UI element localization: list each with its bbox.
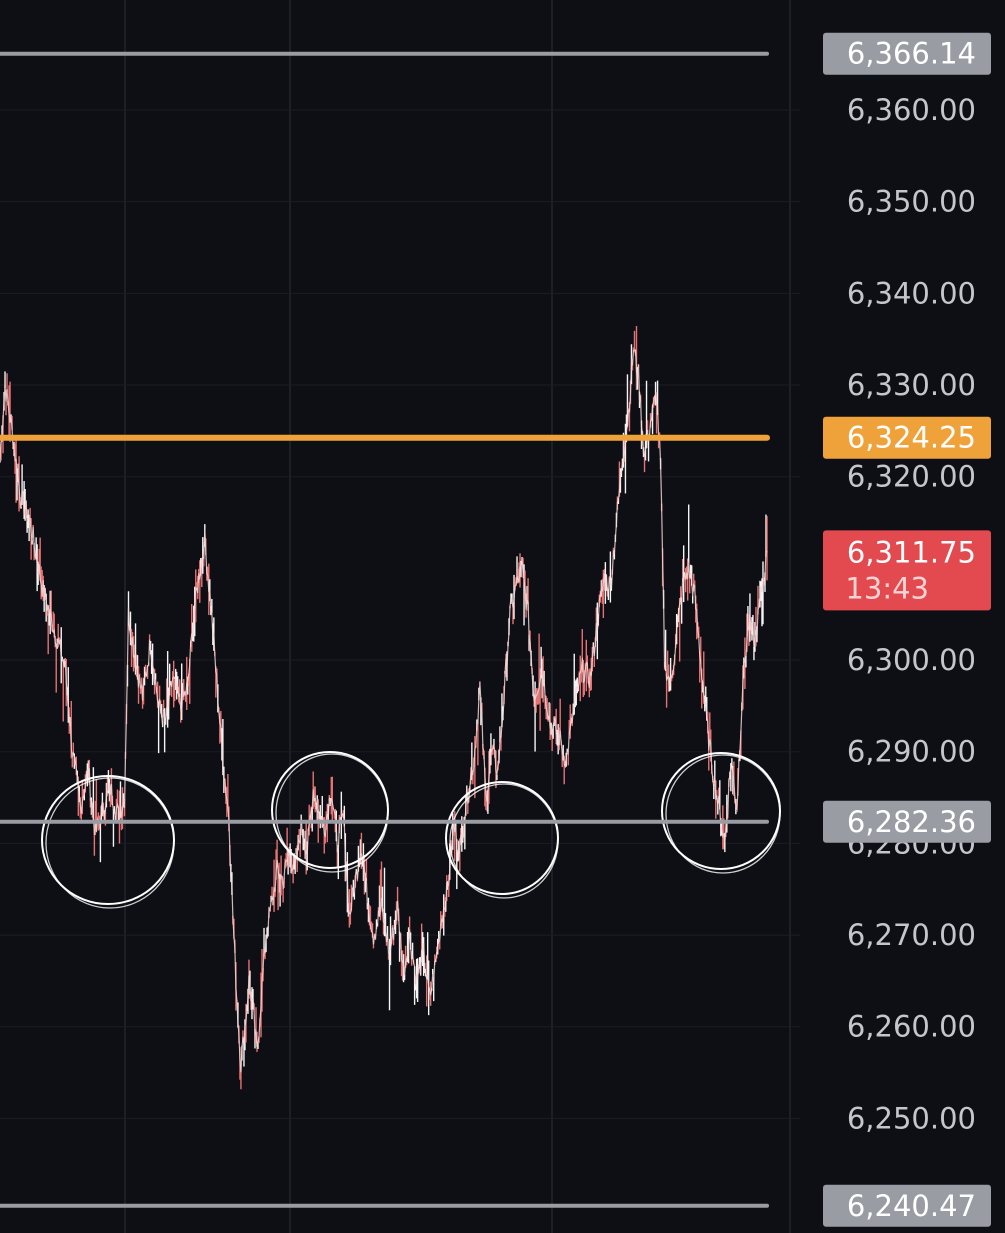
price-tag: 6,282.36 bbox=[823, 800, 991, 843]
y-tick-label: 6,260.00 bbox=[847, 1010, 976, 1044]
price-tag-label: 6,282.36 bbox=[847, 805, 976, 839]
last-price-tag: 6,311.7513:43 bbox=[823, 530, 991, 611]
price-chart: 6,360.00 6,350.00 6,340.00 6,330.00 6,320.00… bbox=[0, 0, 1005, 1233]
price-tag-label: 6,240.47 bbox=[847, 1189, 976, 1223]
chart-canvas: 6,360.00 6,350.00 6,340.00 6,330.00 6,320.00… bbox=[0, 0, 991, 1233]
circle-annotation bbox=[449, 783, 559, 899]
y-tick-label: 6,320.00 bbox=[847, 460, 976, 494]
price-tag-label: 6,324.25 bbox=[847, 421, 976, 455]
price-line bbox=[0, 349, 768, 1073]
y-tick-label: 6,290.00 bbox=[847, 735, 976, 769]
price-tag: 6,366.14 bbox=[823, 32, 991, 75]
annotation-circles bbox=[41, 751, 781, 909]
countdown-label: 13:43 bbox=[845, 571, 929, 605]
price-tag: 6,324.25 bbox=[823, 416, 991, 459]
y-tick-label: 6,300.00 bbox=[847, 643, 976, 677]
y-tick-label: 6,360.00 bbox=[847, 93, 976, 127]
y-tick-label: 6,270.00 bbox=[847, 918, 976, 952]
y-axis: 6,360.00 6,350.00 6,340.00 6,330.00 6,320.00… bbox=[847, 93, 976, 1135]
y-tick-label: 6,250.00 bbox=[847, 1101, 976, 1135]
price-tag-label: 6,366.14 bbox=[847, 37, 976, 71]
y-tick-label: 6,330.00 bbox=[847, 368, 976, 402]
price-tag: 6,240.47 bbox=[823, 1184, 991, 1227]
y-tick-label: 6,350.00 bbox=[847, 185, 976, 219]
last-price-label: 6,311.75 bbox=[847, 535, 976, 569]
y-tick-label: 6,340.00 bbox=[847, 276, 976, 310]
